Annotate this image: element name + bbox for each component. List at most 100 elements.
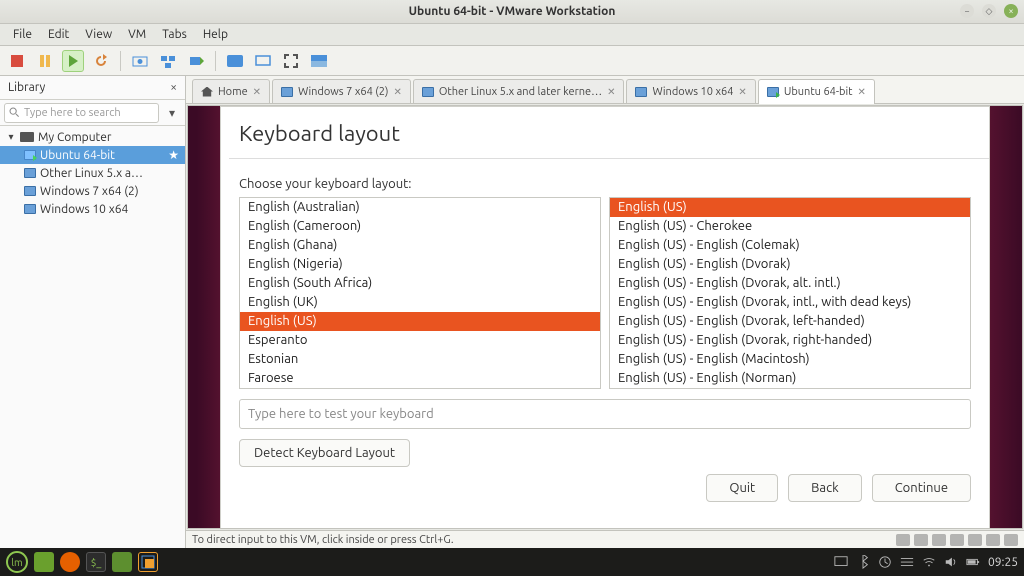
tab[interactable]: Home✕ [192,79,270,103]
vm-viewport[interactable]: Keyboard layout Choose your keyboard lay… [187,105,1023,529]
menu-file[interactable]: File [6,26,39,43]
list-item[interactable]: English (Ghana) [240,236,600,255]
vm-item[interactable]: Windows 7 x64 (2) [0,182,185,200]
menu-help[interactable]: Help [196,26,235,43]
tab-close-icon[interactable]: ✕ [253,86,261,98]
list-item[interactable]: English (US) - English (Dvorak, right-ha… [610,331,970,350]
list-item[interactable]: English (US) - English (Dvorak, left-han… [610,312,970,331]
snapshot-icon[interactable] [129,50,151,72]
vm-icon [24,186,36,196]
vm-icon [24,150,36,160]
statusbar: To direct input to this VM, click inside… [186,530,1024,548]
snapshot-manager-icon[interactable] [157,50,179,72]
vm-icon [635,87,647,97]
tab-close-icon[interactable]: ✕ [857,86,865,98]
status-usb-icon[interactable] [950,534,964,546]
taskbar-vmware-icon[interactable] [138,552,158,572]
library-close-icon[interactable]: × [170,81,177,94]
view-single-icon[interactable] [224,50,246,72]
tab[interactable]: Windows 7 x64 (2)✕ [272,79,411,103]
status-text: To direct input to this VM, click inside… [192,534,454,546]
tab[interactable]: Other Linux 5.x and later kerne…✕ [413,79,625,103]
unity-icon[interactable] [308,50,330,72]
list-item[interactable]: English (UK) [240,293,600,312]
menu-edit[interactable]: Edit [41,26,76,43]
list-item[interactable]: Faroese [240,369,600,388]
fullscreen-icon[interactable] [280,50,302,72]
list-item[interactable]: English (US) - Cherokee [610,217,970,236]
list-item[interactable]: English (US) - English (Dvorak, intl., w… [610,293,970,312]
vm-item[interactable]: Other Linux 5.x a… [0,164,185,182]
power-off-icon[interactable] [6,50,28,72]
tray-network-icon[interactable] [900,555,914,569]
taskbar-firefox-icon[interactable] [60,552,80,572]
taskbar-terminal-icon[interactable]: $_ [86,552,106,572]
list-item[interactable]: Filipino [240,388,600,389]
list-item[interactable]: English (US) [610,198,970,217]
restart-icon[interactable] [90,50,112,72]
list-item[interactable]: English (US) - English (US, alt. intl.) [610,388,970,389]
menu-tabs[interactable]: Tabs [155,26,194,43]
status-hdd-icon[interactable] [896,534,910,546]
list-item[interactable]: English (US) [240,312,600,331]
revert-icon[interactable] [185,50,207,72]
tab-close-icon[interactable]: ✕ [393,86,401,98]
menu-vm[interactable]: VM [121,26,153,43]
quit-button[interactable]: Quit [706,474,778,502]
list-item[interactable]: Estonian [240,350,600,369]
library-title: Library [8,81,45,94]
tray-volume-icon[interactable] [944,555,958,569]
installer-prompt: Choose your keyboard layout: [239,177,971,191]
status-net-icon[interactable] [932,534,946,546]
tab[interactable]: Windows 10 x64✕ [626,79,755,103]
list-item[interactable]: English (US) - English (Colemak) [610,236,970,255]
tree-root[interactable]: ▾ My Computer [0,128,185,146]
library-search-input[interactable]: Type here to search [4,103,159,123]
home-icon [201,87,213,97]
status-printer-icon[interactable] [986,534,1000,546]
tray-wifi-icon[interactable] [922,555,936,569]
pause-icon[interactable] [34,50,56,72]
keyboard-layout-list[interactable]: English (Australian)English (Cameroon)En… [239,197,601,389]
detect-keyboard-button[interactable]: Detect Keyboard Layout [239,439,410,467]
taskbar-filemanager-icon[interactable] [112,552,132,572]
menu-view[interactable]: View [78,26,119,43]
keyboard-variant-list[interactable]: English (US)English (US) - CherokeeEngli… [609,197,971,389]
list-item[interactable]: English (US) - English (Dvorak, alt. int… [610,274,970,293]
list-item[interactable]: English (Cameroon) [240,217,600,236]
play-icon[interactable] [62,50,84,72]
taskbar-files-icon[interactable] [34,552,54,572]
library-sidebar: Library × Type here to search ▾ ▾ My Com… [0,76,186,548]
list-item[interactable]: English (Nigeria) [240,255,600,274]
back-button[interactable]: Back [788,474,862,502]
keyboard-test-input[interactable]: Type here to test your keyboard [239,399,971,429]
list-item[interactable]: English (Australian) [240,198,600,217]
search-icon [9,107,20,118]
computer-icon [20,132,34,142]
minimize-button[interactable]: − [960,4,974,18]
close-button[interactable]: × [1004,4,1018,18]
maximize-button[interactable]: ◇ [982,4,996,18]
vm-item[interactable]: Ubuntu 64-bit★ [0,146,185,164]
list-item[interactable]: English (South Africa) [240,274,600,293]
status-cd-icon[interactable] [914,534,928,546]
list-item[interactable]: English (US) - English (Norman) [610,369,970,388]
tray-display-icon[interactable] [834,555,848,569]
view-console-icon[interactable] [252,50,274,72]
tab-close-icon[interactable]: ✕ [738,86,746,98]
status-display-icon[interactable] [1004,534,1018,546]
vm-item[interactable]: Windows 10 x64 [0,200,185,218]
search-dropdown-icon[interactable]: ▾ [163,106,181,120]
list-item[interactable]: Esperanto [240,331,600,350]
list-item[interactable]: English (US) - English (Macintosh) [610,350,970,369]
start-menu-icon[interactable]: lm [6,551,28,573]
tray-updates-icon[interactable] [878,555,892,569]
continue-button[interactable]: Continue [872,474,971,502]
tab-close-icon[interactable]: ✕ [607,86,615,98]
status-sound-icon[interactable] [968,534,982,546]
tab[interactable]: Ubuntu 64-bit✕ [758,79,875,104]
tray-battery-icon[interactable] [966,555,980,569]
list-item[interactable]: English (US) - English (Dvorak) [610,255,970,274]
tray-bluetooth-icon[interactable] [856,555,870,569]
tray-clock[interactable]: 09:25 [988,556,1018,569]
